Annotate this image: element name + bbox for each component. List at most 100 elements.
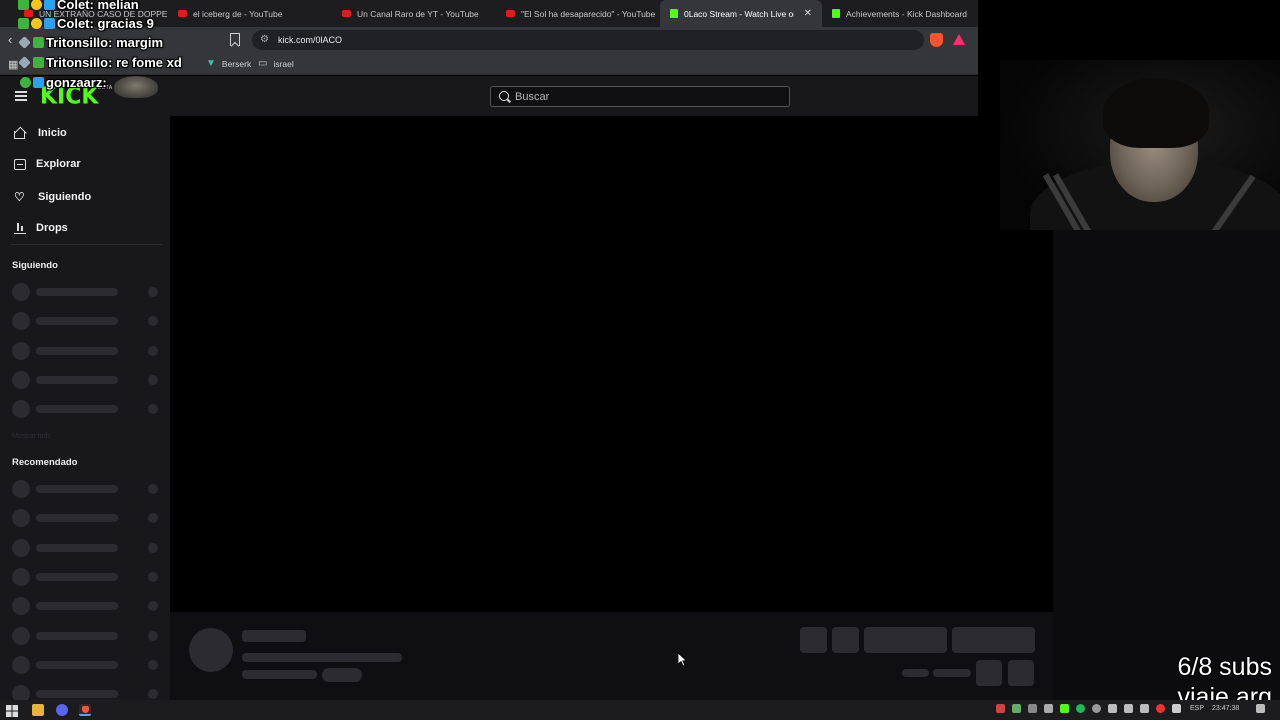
tab-label: "El Sol ha desaparecido" - YouTube [521,8,656,19]
badge-icon [33,37,44,48]
stream-title-placeholder [242,653,402,662]
badge-icon [31,0,42,10]
chat-overlay-message: gonzaarz: [20,75,110,90]
discord-icon[interactable] [56,704,68,716]
viewers-placeholder [148,287,158,297]
show-all-link[interactable]: Mostrar todo [12,433,51,440]
webcam-person-hair [1103,78,1209,148]
spotify-icon[interactable] [1076,704,1085,713]
sword-badge-icon [18,56,31,69]
name-placeholder [36,514,118,523]
nav-inicio[interactable]: Inicio [14,126,67,139]
nav-label: Explorar [36,158,81,170]
chat-overlay-message: Colet: gracias 9 [18,16,154,31]
chat-username: Tritonsillo [46,55,109,70]
tab-el-sol[interactable]: "El Sol ha desaparecido" - YouTube [496,0,660,27]
tab-iceberg[interactable]: el iceberg de - YouTube [168,0,332,27]
nav-siguiendo[interactable]: ♡ Siguiendo [14,190,91,204]
tray-app-icon[interactable] [1140,704,1149,713]
tray-app-icon[interactable] [1044,704,1053,713]
badge-icon [33,77,44,88]
url-field[interactable]: ⚙ kick.com/0lACO [252,30,924,50]
brave-taskbar-icon[interactable] [79,704,91,716]
channel-skeleton-row [12,312,162,331]
network-icon[interactable] [1124,704,1133,713]
tray-app-icon[interactable] [1028,704,1037,713]
file-explorer-icon[interactable] [32,704,44,716]
berserk-icon: ▼ [206,58,216,69]
nav-label: Drops [36,222,68,234]
nav-label: Siguiendo [38,191,92,203]
viewers-placeholder [148,316,158,327]
explore-icon [14,158,26,170]
kick-icon [670,9,678,18]
site-info-icon[interactable]: ⚙ [260,34,269,45]
channel-skeleton-row [12,370,162,389]
subscribe-button-placeholder [952,627,1035,653]
drops-icon [14,222,26,234]
language-indicator[interactable]: ESP [1190,705,1204,712]
viewer-count-placeholder [902,669,929,677]
tray-app-icon[interactable] [1012,704,1021,713]
chat-overlay-message: Colet: melian [18,0,139,12]
windows-start-icon[interactable] [6,704,18,717]
clock[interactable]: 23:47:38 [1212,705,1239,712]
stream-info-bar [170,612,1053,700]
brave-rewards-icon[interactable] [953,34,965,45]
action-button-placeholder [832,627,859,653]
nav-label: Inicio [38,126,67,139]
avatar-placeholder [12,626,30,645]
sword-badge-icon [18,36,31,49]
menu-icon[interactable] [15,91,27,101]
subs-count-text: 6/8 subs [1177,653,1272,681]
kick-tray-icon[interactable] [1060,704,1069,713]
windows-taskbar: ESP 23:47:38 [0,700,1280,720]
nav-drops[interactable]: Drops [14,222,68,234]
volume-icon[interactable] [1108,704,1117,713]
name-placeholder [36,660,118,669]
avatar-placeholder [12,283,30,301]
tab-0laco-stream[interactable]: 0Laco Stream - Watch Live on Ki ✕ [660,0,822,27]
viewers-placeholder [148,630,158,641]
channel-skeleton-row [12,509,162,528]
tab-achievements[interactable]: Achievements - Kick Dashboard [822,0,972,27]
close-tab-icon[interactable]: ✕ [804,8,812,19]
tab-label: el iceberg de - YouTube [193,8,283,19]
brave-shields-icon[interactable] [930,33,943,47]
chat-message: gracias 9 [97,16,154,31]
search-input[interactable] [515,90,775,104]
tab-label: Achievements - Kick Dashboard [846,8,967,19]
nav-explorar[interactable]: Explorar [14,158,81,170]
kick-header: KICK BETA [0,76,978,116]
viewers-placeholder [148,571,158,582]
sidebar-divider [10,244,162,245]
bookmark-israel[interactable]: ▭ israel [258,58,294,69]
badge-icon [31,18,42,29]
badge-icon [44,0,55,10]
tray-app-icon[interactable] [996,704,1005,713]
notifications-icon[interactable] [1256,704,1265,713]
bookmark-berserk[interactable]: ▼ Berserk [206,58,251,69]
tab-canal-raro[interactable]: Un Canal Raro de YT - YouTube [332,0,496,27]
channel-skeleton-row [12,597,162,616]
apps-grid-icon[interactable]: ▦ [8,58,18,71]
bookmark-icon[interactable] [230,33,240,46]
chat-overlay-message: Tritonsillo: margim [18,35,163,50]
viewers-placeholder [148,484,158,494]
name-placeholder [36,690,118,699]
action-button-placeholder [800,627,827,653]
back-icon[interactable]: ‹ [8,32,12,47]
tray-app-icon[interactable] [1156,704,1165,713]
avatar-placeholder [12,341,30,360]
search-box[interactable] [490,86,790,107]
video-player[interactable] [170,116,1053,612]
name-placeholder [36,572,118,581]
viewers-placeholder [148,374,158,385]
channel-skeleton-row [12,283,162,301]
tray-app-icon[interactable] [1092,704,1101,713]
tray-app-icon[interactable] [1172,704,1181,713]
viewers-placeholder [148,601,158,612]
channel-skeleton-row [12,567,162,586]
sidebar: Inicio Explorar ♡ Siguiendo Drops Siguie… [0,116,170,704]
badge-icon [18,0,29,10]
